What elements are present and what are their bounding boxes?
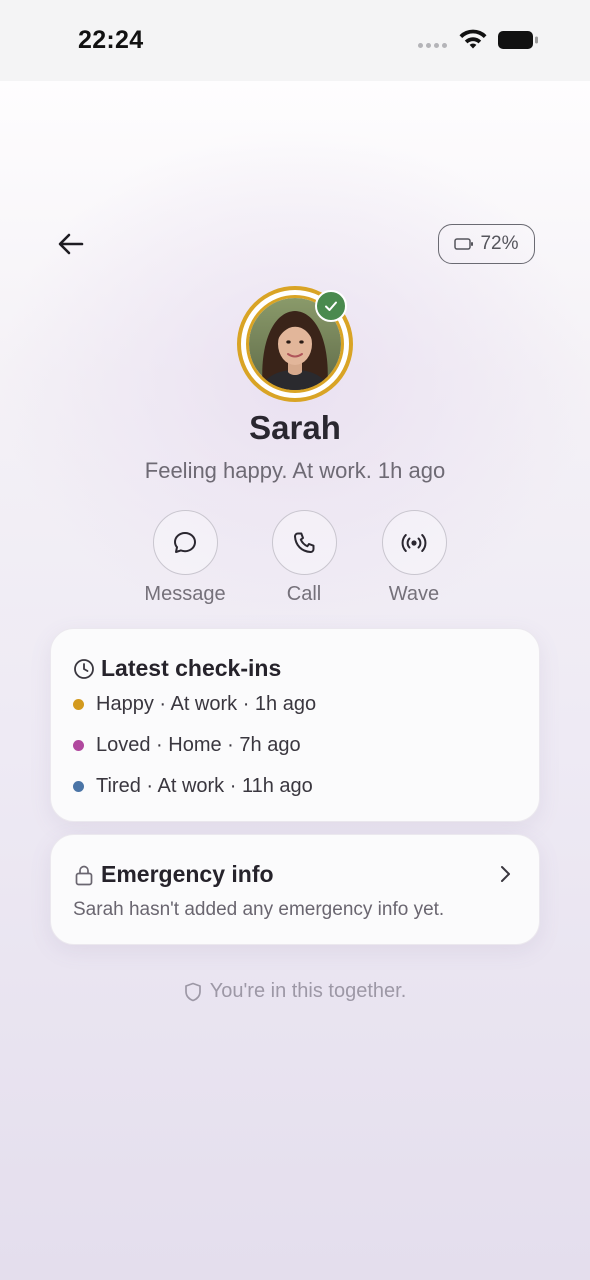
checkins-title: Latest check-ins: [101, 655, 282, 681]
battery-status-icon: [498, 31, 538, 49]
wave-label: Wave: [388, 583, 440, 605]
checkins-title-row: Latest check-ins: [73, 655, 281, 682]
checkins-card: Latest check-ins Happy · At work · 1h ag…: [50, 628, 540, 822]
profile-status: Feeling happy. At work. 1h ago: [144, 458, 446, 483]
message-label: Message: [144, 583, 226, 605]
back-arrow-icon[interactable]: [56, 229, 86, 259]
checkin-text: Loved · Home · 7h ago: [96, 734, 301, 756]
emergency-info-card[interactable]: Emergency info Sarah hasn't added any em…: [50, 834, 540, 945]
checked-in-badge-icon: [315, 290, 347, 322]
profile-screen: 72% Sarah Feeling happy. At work. 1h ago…: [0, 81, 590, 1280]
wave-button[interactable]: [381, 510, 447, 575]
footer-note: You're in this together.: [0, 980, 590, 1003]
phone-icon: [294, 532, 315, 553]
signal-dots-icon: [418, 43, 447, 48]
status-bar: 22:24: [0, 0, 590, 81]
emergency-title: Emergency info: [101, 861, 274, 887]
battery-level-text: 72%: [480, 233, 519, 254]
broadcast-icon: [401, 533, 427, 552]
call-label: Call: [286, 583, 322, 605]
footer-text: You're in this together.: [209, 980, 407, 1002]
wave-action: Wave: [354, 510, 474, 606]
shield-icon: [184, 982, 201, 1001]
lock-icon: [75, 865, 93, 885]
checkin-text: Happy · At work · 1h ago: [96, 693, 317, 715]
list-item: Tired · At work · 11h ago: [73, 775, 313, 798]
battery-icon: [454, 238, 474, 250]
emergency-subtitle: Sarah hasn't added any emergency info ye…: [73, 899, 445, 920]
list-item: Happy · At work · 1h ago: [73, 693, 316, 716]
call-action: Call: [244, 510, 364, 606]
avatar: [237, 286, 353, 402]
checkin-text: Tired · At work · 11h ago: [96, 775, 313, 797]
chevron-right-icon: [501, 866, 510, 882]
profile-name: Sarah: [249, 409, 341, 446]
list-item: Loved · Home · 7h ago: [73, 734, 301, 757]
call-button[interactable]: [271, 510, 337, 575]
battery-level-badge: 72%: [438, 224, 535, 264]
mood-dot: [73, 699, 84, 710]
chat-bubble-icon: [174, 531, 196, 553]
emergency-title-row: Emergency info: [73, 861, 274, 888]
clock-icon: [74, 658, 94, 679]
status-time: 22:24: [78, 26, 144, 54]
message-action: Message: [125, 510, 245, 606]
mood-dot: [73, 740, 84, 751]
message-button[interactable]: [152, 510, 218, 575]
mood-dot: [73, 781, 84, 792]
wifi-icon: [459, 29, 487, 49]
